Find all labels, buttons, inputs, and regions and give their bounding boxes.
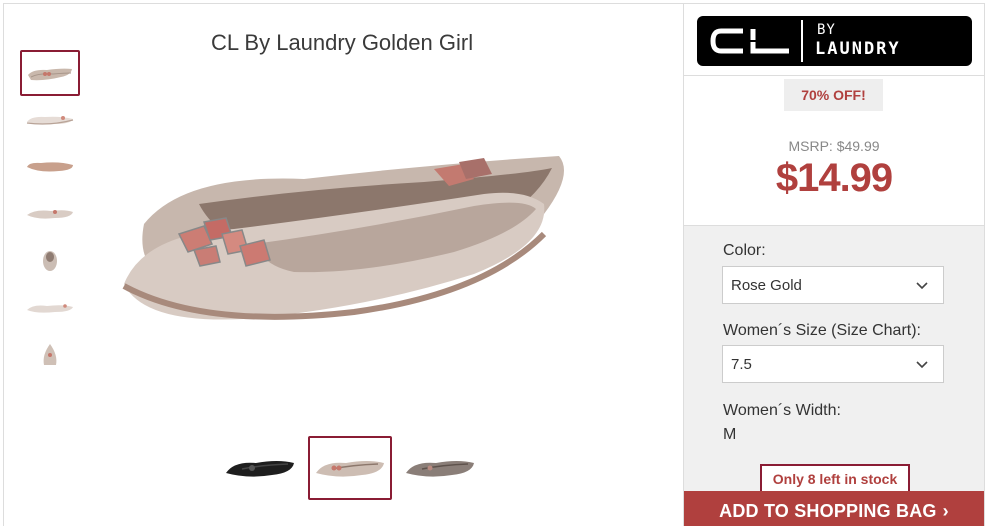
chevron-down-icon [916, 361, 928, 369]
msrp-price: MSRP: $49.99 [788, 138, 880, 154]
colorway-list [218, 436, 482, 500]
size-select[interactable]: 7.5 [722, 345, 944, 383]
product-options: Color: Rose Gold Women´s Size (Size Char… [684, 226, 984, 526]
colorway-black[interactable] [218, 436, 302, 500]
sale-price: $14.99 [775, 156, 893, 200]
size-label-suffix: ): [911, 322, 921, 339]
thumbnail-top-view[interactable] [20, 191, 80, 237]
add-to-bag-button[interactable]: ADD TO SHOPPING BAG › [684, 491, 984, 526]
thumbnail-heel-view[interactable] [20, 238, 80, 284]
product-gallery: CL By Laundry Golden Girl [3, 3, 684, 526]
thumbnail-profile-view[interactable] [20, 285, 80, 331]
add-to-bag-label: ADD TO SHOPPING BAG [719, 501, 937, 521]
size-select-value: 7.5 [731, 355, 752, 373]
brand-header: BY LAUNDRY [684, 4, 984, 76]
size-label: Women´s Size (Size Chart): [723, 322, 921, 340]
brand-logo-cl-mark [709, 25, 793, 62]
thumbnail-list [20, 50, 82, 379]
product-title: CL By Laundry Golden Girl [211, 30, 474, 55]
main-product-image [122, 156, 564, 320]
thumbnail-sole-view[interactable] [20, 144, 80, 190]
color-label: Color: [723, 242, 766, 259]
brand-logo[interactable]: BY LAUNDRY [697, 16, 972, 66]
width-label: Women´s Width: [723, 402, 841, 419]
brand-logo-divider [801, 20, 803, 62]
brand-logo-by: BY [817, 22, 836, 38]
chevron-right-icon: › [942, 501, 949, 521]
stock-badge: Only 8 left in stock [760, 464, 910, 494]
size-label-prefix: Women´s Size ( [723, 322, 837, 339]
chevron-down-icon [916, 282, 928, 290]
thumbnail-toe-view[interactable] [20, 332, 80, 378]
purchase-panel: BY LAUNDRY 70% OFF! MSRP: $49.99 $14.99 … [684, 3, 985, 526]
price-section: 70% OFF! MSRP: $49.99 $14.99 [684, 76, 984, 226]
color-select[interactable]: Rose Gold [722, 266, 944, 304]
colorway-rose-gold[interactable] [308, 436, 392, 500]
discount-badge: 70% OFF! [784, 79, 883, 111]
size-chart-link[interactable]: Size Chart [837, 322, 912, 339]
brand-logo-laundry: LAUNDRY [815, 39, 901, 59]
thumbnail-side-view[interactable] [20, 97, 80, 143]
colorway-pewter[interactable] [398, 436, 482, 500]
width-value: M [723, 426, 737, 443]
thumbnail-pair-view[interactable] [20, 50, 80, 96]
color-select-value: Rose Gold [731, 276, 802, 294]
